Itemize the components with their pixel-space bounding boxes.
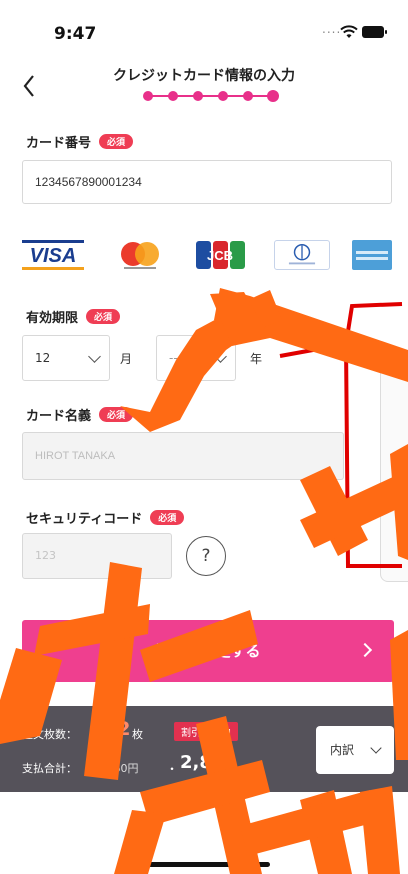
- help-icon[interactable]: ?: [186, 536, 226, 576]
- status-bar: 9:47 ....: [0, 0, 408, 60]
- card-number-field[interactable]: 1234567890001234: [22, 160, 392, 204]
- card-number-label: カード番号 必須: [26, 132, 134, 151]
- side-popup-panel: [380, 362, 408, 582]
- original-price-value: 3,060: [96, 762, 128, 775]
- card-brand-logos: VISA JCB: [22, 232, 408, 282]
- confirm-order-button[interactable]: 注文を確定する: [22, 620, 394, 682]
- chevron-down-icon: [370, 742, 382, 754]
- diners-club-logo: [274, 240, 330, 270]
- breakdown-button[interactable]: 内訳: [316, 726, 394, 774]
- required-badge: 必須: [99, 134, 134, 149]
- watermark-stroke: [240, 790, 376, 856]
- battery-icon: [362, 26, 387, 38]
- card-name-field[interactable]: HIROT TANAKA: [22, 432, 344, 480]
- total-label: 支払合計：: [22, 762, 77, 775]
- order-count-unit: 枚: [132, 728, 143, 741]
- security-code-label-text: セキュリティコード: [26, 512, 143, 527]
- mastercard-logo: [121, 242, 159, 269]
- svg-text:JCB: JCB: [207, 248, 233, 263]
- discount-badge: 割引適用中: [174, 722, 238, 741]
- step-dot-2: [168, 91, 178, 101]
- wifi-icon: [340, 25, 358, 38]
- watermark-stroke: [360, 786, 400, 874]
- expiry-label-text: 有効期限: [26, 311, 79, 326]
- breakdown-label: 内訳: [330, 743, 355, 757]
- confirm-order-label: 注文を確定する: [155, 642, 261, 660]
- amex-logo: [352, 240, 392, 270]
- discounted-price-unit: 円: [248, 762, 259, 775]
- security-code-field[interactable]: 123: [22, 533, 172, 579]
- year-unit: 年: [250, 352, 263, 366]
- step-progress-indicator: [143, 90, 279, 102]
- phone-screen: 9:47 .... クレジットカード情報の入力 カード番号 必須 1234567…: [0, 0, 408, 874]
- order-summary-bar: 注文枚数： 12 枚 割引適用中 支払合計： 3,060円 ・ 2,844 円 …: [0, 706, 408, 792]
- home-indicator[interactable]: [136, 862, 270, 867]
- jcb-logo: JCB: [196, 241, 245, 269]
- expiry-label: 有効期限 必須: [26, 307, 121, 326]
- expiry-year-value: ----: [169, 351, 187, 365]
- step-dot-4: [218, 91, 228, 101]
- status-time: 9:47: [54, 24, 97, 44]
- card-name-label-text: カード名義: [26, 409, 92, 424]
- price-separator: ・: [166, 762, 179, 776]
- step-dot-5: [243, 91, 253, 101]
- step-dot-1: [143, 91, 153, 101]
- watermark-stroke: [300, 790, 352, 874]
- nav-bar: クレジットカード情報の入力: [0, 60, 408, 112]
- original-price: 3,060円: [96, 760, 139, 776]
- security-code-label: セキュリティコード 必須: [26, 508, 185, 527]
- discounted-price: 2,844: [180, 752, 237, 773]
- order-count-value: 12: [104, 718, 131, 740]
- expiry-year-select[interactable]: ----: [156, 335, 236, 381]
- order-count-label: 注文枚数：: [22, 728, 77, 741]
- step-dot-3: [193, 91, 203, 101]
- required-badge: 必須: [150, 510, 185, 525]
- card-number-label-text: カード番号: [26, 136, 92, 151]
- page-title: クレジットカード情報の入力: [113, 68, 295, 84]
- original-price-unit: 円: [127, 762, 139, 775]
- signal-dots: ....: [322, 22, 342, 36]
- watermark-stroke: [214, 288, 408, 382]
- required-badge: 必須: [99, 407, 134, 422]
- chevron-down-icon: [214, 350, 227, 363]
- chevron-down-icon: [88, 350, 101, 363]
- step-dot-6: [267, 90, 279, 102]
- month-unit: 月: [120, 352, 133, 366]
- required-badge: 必須: [86, 309, 121, 324]
- card-name-label: カード名義 必須: [26, 405, 134, 424]
- expiry-month-value: 12: [35, 351, 51, 365]
- visa-logo: VISA: [22, 240, 84, 270]
- expiry-month-select[interactable]: 12: [22, 335, 110, 381]
